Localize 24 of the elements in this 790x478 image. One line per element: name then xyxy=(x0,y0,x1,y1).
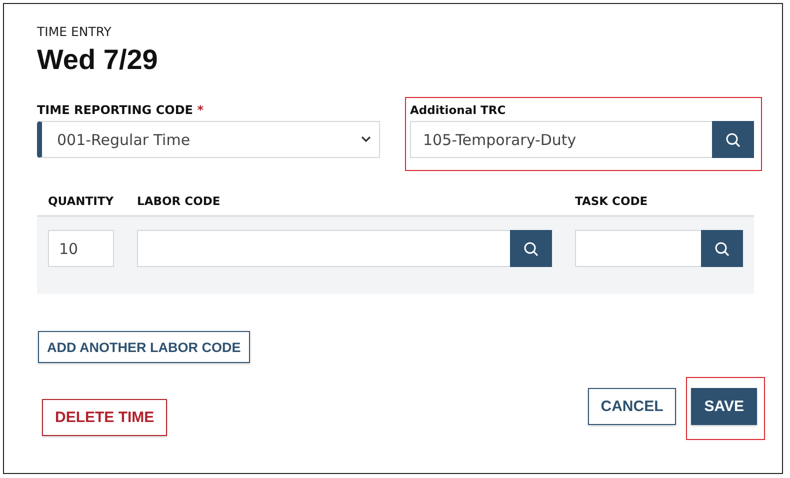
search-icon xyxy=(714,240,730,256)
lookup-field[interactable] xyxy=(137,230,510,267)
cancel-button[interactable]: CANCEL xyxy=(588,388,676,425)
column-header: QUANTITY xyxy=(48,194,114,208)
field-label: Additional TRC xyxy=(410,103,507,119)
column-header: LABOR CODE xyxy=(137,194,222,208)
add-labor-code-button[interactable]: ADD ANOTHER LABOR CODE xyxy=(38,331,250,363)
delete-button[interactable]: DELETE TIME xyxy=(42,399,168,436)
search-icon xyxy=(523,240,539,256)
search-button[interactable] xyxy=(510,230,552,267)
chevron-down-icon xyxy=(361,136,371,143)
column-header: TASK CODE xyxy=(575,194,649,208)
select-field[interactable]: 001-Regular Time xyxy=(37,121,380,158)
quantity-field[interactable]: 10 xyxy=(48,230,114,267)
lookup-field[interactable] xyxy=(575,230,701,267)
lookup-field[interactable]: 105-Temporary-Duty xyxy=(410,121,712,158)
search-icon xyxy=(725,132,741,148)
field-label: TIME REPORTING CODE * xyxy=(37,103,204,119)
search-button[interactable] xyxy=(712,121,754,158)
save-button[interactable]: SAVE xyxy=(691,388,757,425)
dialog-title: Wed 7/29 xyxy=(37,43,159,77)
dialog-eyebrow: TIME ENTRY xyxy=(37,24,112,39)
search-button[interactable] xyxy=(701,230,743,267)
required-mark: * xyxy=(197,103,204,117)
